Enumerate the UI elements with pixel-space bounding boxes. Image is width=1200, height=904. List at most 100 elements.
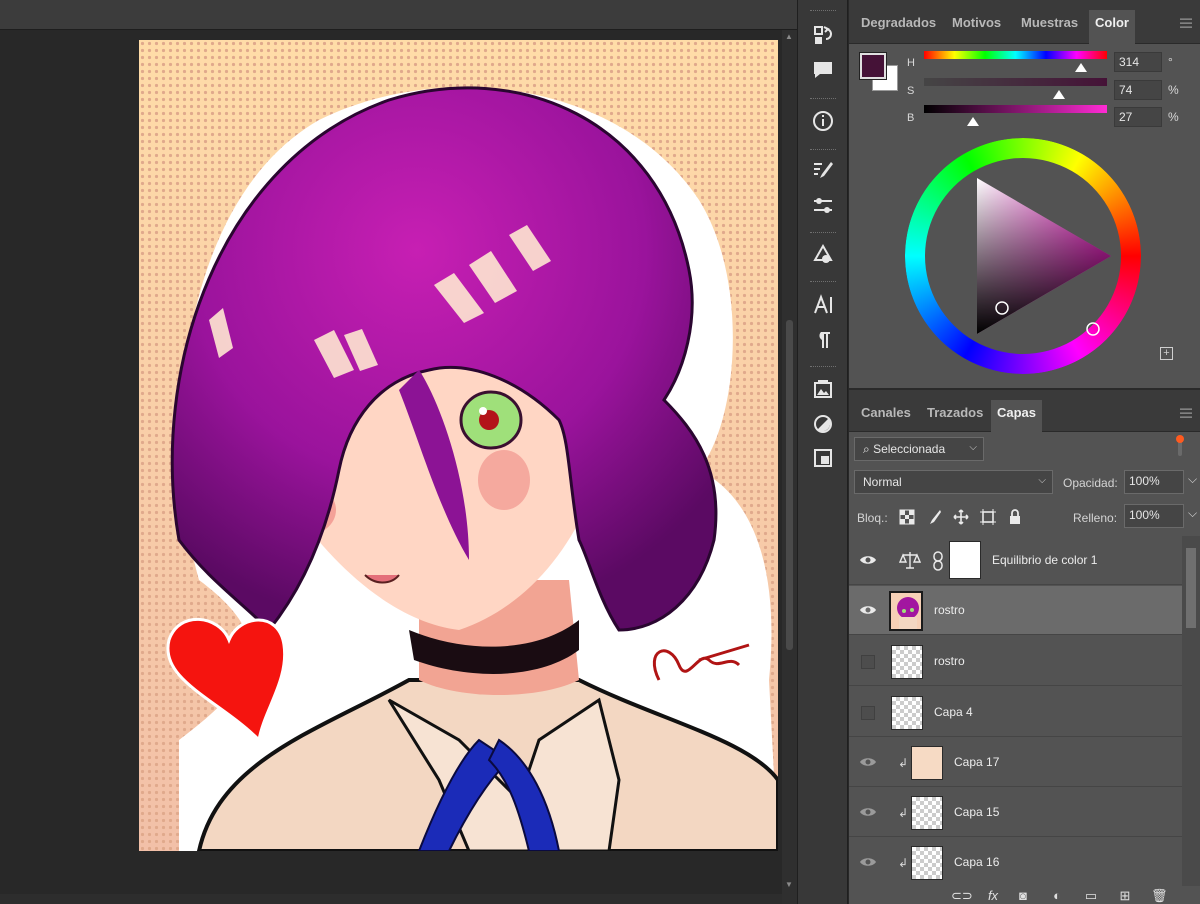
strip-grip[interactable] xyxy=(810,149,836,151)
tab-trazados[interactable]: Trazados xyxy=(921,400,989,434)
layers-scrollbar[interactable] xyxy=(1182,536,1200,886)
layer-name[interactable]: Capa 4 xyxy=(934,705,973,719)
saturation-unit: % xyxy=(1168,83,1179,97)
shapes-icon[interactable] xyxy=(807,241,839,269)
visibility-eye-icon[interactable] xyxy=(859,601,877,619)
filter-toggle-switch[interactable] xyxy=(1175,434,1185,458)
strip-grip[interactable] xyxy=(810,281,836,283)
lock-transparent-pixels-icon[interactable] xyxy=(898,508,916,526)
layers-panel-menu-icon[interactable]: ― ― ― xyxy=(1180,402,1192,422)
new-layer-icon[interactable]: ⊞ xyxy=(1117,888,1133,904)
layer-row[interactable]: ↲ Capa 16 xyxy=(849,838,1182,886)
saturation-value-field[interactable]: 74 xyxy=(1114,80,1162,100)
brightness-value-field[interactable]: 27 xyxy=(1114,107,1162,127)
adjust-icon[interactable] xyxy=(807,192,839,220)
canvas-vertical-scrollbar[interactable]: ▲ ▼ xyxy=(782,30,797,904)
history-icon[interactable] xyxy=(807,22,839,50)
strip-grip[interactable] xyxy=(810,10,836,12)
artwork-canvas[interactable] xyxy=(139,40,778,851)
opacity-label: Opacidad: xyxy=(1063,476,1118,490)
visibility-toggle-off[interactable] xyxy=(861,706,875,720)
visibility-eye-icon[interactable] xyxy=(859,753,877,771)
visibility-toggle-off[interactable] xyxy=(861,655,875,669)
tab-degradados[interactable]: Degradados xyxy=(855,10,942,44)
info-icon[interactable] xyxy=(807,107,839,135)
scroll-down-arrow-icon[interactable]: ▼ xyxy=(785,880,793,889)
strip-grip[interactable] xyxy=(810,98,836,100)
character-icon[interactable] xyxy=(807,291,839,319)
layer-style-fx-icon[interactable]: fx xyxy=(985,888,1001,904)
lock-image-pixels-icon[interactable] xyxy=(925,508,943,526)
add-swatch-icon[interactable]: + xyxy=(1160,347,1173,360)
layers-scroll-thumb[interactable] xyxy=(1186,548,1196,628)
fill-chevron-icon[interactable]: ⌵ xyxy=(1188,506,1197,521)
tab-canales[interactable]: Canales xyxy=(855,400,917,434)
lock-all-icon[interactable] xyxy=(1006,508,1024,526)
layer-row[interactable]: rostro xyxy=(849,586,1182,635)
panel-icon-strip xyxy=(797,0,848,904)
layer-row[interactable]: ↲ Capa 15 xyxy=(849,788,1182,837)
add-mask-icon[interactable]: ◙ xyxy=(1015,888,1031,904)
layer-thumbnail[interactable] xyxy=(911,846,943,880)
lock-position-icon[interactable] xyxy=(952,508,970,526)
layer-name[interactable]: Capa 15 xyxy=(954,805,999,819)
brightness-slider-thumb[interactable] xyxy=(967,117,980,126)
layer-thumbnail[interactable] xyxy=(891,645,923,679)
saturation-slider[interactable] xyxy=(924,78,1107,86)
tab-color[interactable]: Color xyxy=(1089,10,1135,44)
delete-layer-icon[interactable]: 🗑 xyxy=(1151,888,1168,904)
visibility-eye-icon[interactable] xyxy=(859,551,877,569)
brush-settings-icon[interactable] xyxy=(807,157,839,185)
link-chain-icon[interactable] xyxy=(932,551,944,571)
visibility-eye-icon[interactable] xyxy=(859,853,877,871)
scroll-up-arrow-icon[interactable]: ▲ xyxy=(785,32,793,41)
layer-row[interactable]: ↲ Capa 17 xyxy=(849,738,1182,787)
lock-artboard-icon[interactable] xyxy=(979,508,997,526)
layer-name[interactable]: rostro xyxy=(934,603,965,617)
opacity-chevron-icon[interactable]: ⌵ xyxy=(1188,472,1197,487)
properties-icon[interactable] xyxy=(807,444,839,472)
comments-icon[interactable] xyxy=(807,56,839,84)
layer-name[interactable]: Equilibrio de color 1 xyxy=(992,553,1097,567)
layer-name[interactable]: rostro xyxy=(934,654,965,668)
layer-thumbnail[interactable] xyxy=(911,796,943,830)
opacity-field[interactable]: 100% xyxy=(1124,470,1184,494)
hue-slider-thumb[interactable] xyxy=(1075,63,1088,72)
strip-grip[interactable] xyxy=(810,232,836,234)
blend-mode-dropdown[interactable]: Normal ⌵ xyxy=(854,470,1053,494)
paragraph-icon[interactable] xyxy=(807,326,839,354)
layer-thumbnail[interactable] xyxy=(889,591,923,631)
chevron-down-icon: ⌵ xyxy=(1038,475,1046,486)
tab-capas[interactable]: Capas xyxy=(991,400,1043,434)
layer-row[interactable]: rostro xyxy=(849,637,1182,686)
layer-filter-dropdown[interactable]: ⌕ Seleccionada ⌵ xyxy=(854,437,984,461)
layer-name[interactable]: Capa 17 xyxy=(954,755,999,769)
layer-thumbnail[interactable] xyxy=(891,696,923,730)
saturation-slider-thumb[interactable] xyxy=(1053,90,1066,99)
layer-name[interactable]: Capa 16 xyxy=(954,855,999,869)
canvas-scroll-thumb[interactable] xyxy=(786,320,793,650)
tab-muestras[interactable]: Muestras xyxy=(1015,10,1084,44)
adjustment-layer-icon[interactable]: ◐ xyxy=(1049,888,1065,904)
link-layers-icon[interactable]: ⊂⊃ xyxy=(951,888,973,904)
hue-slider[interactable] xyxy=(924,51,1107,59)
visibility-eye-icon[interactable] xyxy=(859,803,877,821)
canvas-horizontal-scrollbar[interactable] xyxy=(0,894,782,904)
fill-field[interactable]: 100% xyxy=(1124,504,1184,528)
layer-mask-thumbnail[interactable] xyxy=(949,541,981,579)
clipping-mask-arrow-icon: ↲ xyxy=(898,756,909,770)
layer-row[interactable]: Equilibrio de color 1 xyxy=(849,536,1182,585)
hue-value-field[interactable]: 314 xyxy=(1114,52,1162,72)
strip-grip[interactable] xyxy=(810,366,836,368)
adjustments-circle-icon[interactable] xyxy=(807,410,839,438)
new-group-icon[interactable]: ▭ xyxy=(1083,888,1099,904)
brightness-slider[interactable] xyxy=(924,105,1107,113)
tab-motivos[interactable]: Motivos xyxy=(946,10,1007,44)
layer-thumbnail[interactable] xyxy=(911,746,943,780)
library-icon[interactable] xyxy=(807,375,839,403)
panel-menu-icon[interactable]: ― ― ― xyxy=(1180,12,1192,32)
foreground-color-swatch[interactable] xyxy=(859,52,887,80)
color-wheel[interactable] xyxy=(905,138,1141,374)
layer-row[interactable]: Capa 4 xyxy=(849,688,1182,737)
chevron-down-icon: ⌵ xyxy=(969,442,977,453)
